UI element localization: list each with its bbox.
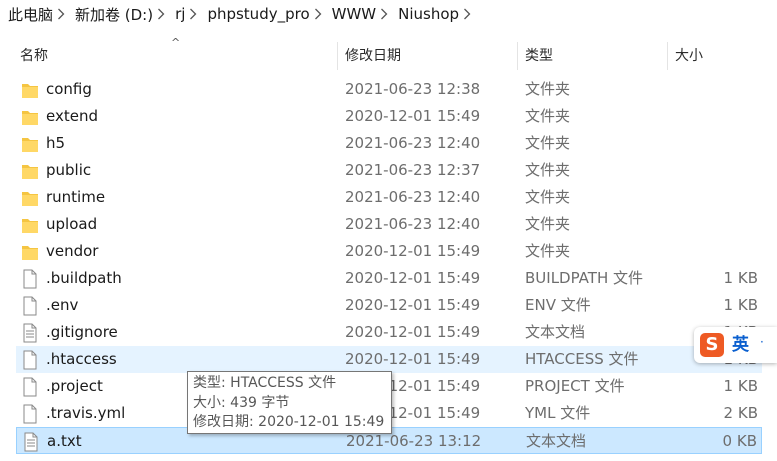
file-type: HTACCESS 文件 [525, 350, 639, 368]
sogou-logo-icon: S [700, 333, 724, 357]
file-name: runtime [46, 188, 106, 206]
file-size: 1 KB [723, 269, 758, 287]
folder-icon [21, 80, 39, 100]
modified-date: 2020-12-01 15:49 [345, 296, 481, 314]
file-row[interactable]: .gitignore2020-12-01 15:49文本文档1 KB [16, 319, 762, 346]
file-name: vendor [46, 242, 99, 260]
file-name: .buildpath [46, 269, 122, 287]
column-header: 名称 修改日期 类型 大小 [0, 38, 777, 72]
file-type: PROJECT 文件 [525, 377, 625, 395]
file-icon [21, 377, 39, 397]
file-size: 0 KB [722, 432, 757, 450]
file-name: upload [46, 215, 98, 233]
breadcrumb-item[interactable]: phpstudy_pro [203, 5, 313, 23]
modified-date: 2020-12-01 15:49 [345, 107, 481, 125]
text-file-icon [21, 323, 39, 343]
file-name: config [46, 80, 92, 98]
folder-row[interactable]: public 2021-06-23 12:37 文件夹 [16, 157, 762, 184]
address-bar[interactable]: 此电脑 新加卷 (D:) rj phpstudy_pro WWW Niushop [0, 0, 777, 28]
file-type: 文本文档 [526, 432, 587, 450]
folder-icon [21, 215, 39, 235]
tooltip-modified: 修改日期: 2020-12-01 15:49 [193, 414, 385, 430]
modified-date: 2021-06-23 12:40 [345, 215, 481, 233]
file-name: .htaccess [46, 350, 117, 368]
ime-dot: · [760, 335, 764, 349]
modified-date: 2020-12-01 15:49 [345, 350, 481, 368]
chevron-right-icon[interactable] [314, 8, 328, 20]
file-row[interactable]: .env 2020-12-01 15:49 ENV 文件 1 KB [16, 292, 762, 319]
breadcrumb-item[interactable]: 此电脑 [4, 4, 57, 25]
folder-icon [21, 188, 39, 208]
file-type: ENV 文件 [525, 296, 591, 314]
folder-icon [21, 107, 39, 127]
chevron-right-icon[interactable] [463, 8, 477, 20]
folder-icon [21, 161, 39, 181]
file-name: public [46, 161, 92, 179]
file-type: 文件夹 [525, 134, 571, 152]
column-size-header[interactable]: 大小 [675, 38, 703, 72]
chevron-right-icon[interactable] [380, 8, 394, 20]
folder-row[interactable]: h5 2021-06-23 12:40 文件夹 [16, 130, 762, 157]
file-row[interactable]: .htaccess2020-12-01 15:49HTACCESS 文件1 KB [16, 346, 762, 373]
file-size: 1 KB [723, 296, 758, 314]
modified-date: 2021-06-23 12:40 [345, 134, 481, 152]
file-icon [21, 269, 39, 289]
file-size: 1 KB [723, 377, 758, 395]
column-date-header[interactable]: 修改日期 [345, 38, 401, 72]
modified-date: 2020-12-01 15:49 [345, 269, 481, 287]
file-type: 文件夹 [525, 188, 571, 206]
breadcrumb-item[interactable]: 新加卷 (D:) [71, 4, 157, 25]
tooltip-size: 大小: 439 字节 [193, 394, 290, 411]
file-type: 文件夹 [525, 215, 571, 233]
ime-mode-label[interactable]: 英 [732, 333, 749, 357]
folder-row[interactable]: config 2021-06-23 12:38 文件夹 [16, 76, 762, 103]
folder-icon [21, 134, 39, 154]
text-file-icon [22, 432, 40, 452]
chevron-right-icon[interactable] [57, 8, 71, 20]
modified-date: 2021-06-23 12:40 [345, 188, 481, 206]
chevron-right-icon[interactable] [157, 8, 171, 20]
file-row[interactable]: .buildpath 2020-12-01 15:49 BUILDPATH 文件 1 … [16, 265, 762, 292]
column-type-header[interactable]: 类型 [525, 38, 553, 72]
modified-date: 2020-12-01 15:49 [345, 323, 481, 341]
file-name: .env [46, 296, 79, 314]
file-name: .project [46, 377, 103, 395]
file-type: YML 文件 [525, 404, 591, 422]
breadcrumb-item[interactable]: rj [171, 5, 189, 23]
file-name: .travis.yml [46, 404, 126, 422]
file-name: .gitignore [46, 323, 118, 341]
file-type: 文件夹 [525, 80, 571, 98]
file-icon [21, 296, 39, 316]
breadcrumb-item[interactable]: Niushop [394, 5, 463, 23]
file-type: 文本文档 [525, 323, 586, 341]
sort-ascending-icon: ^ [171, 36, 181, 49]
file-type: BUILDPATH 文件 [525, 269, 643, 287]
file-type: 文件夹 [525, 107, 571, 125]
column-name-header[interactable]: 名称 [20, 38, 48, 72]
file-name: extend [46, 107, 98, 125]
file-size: 2 KB [723, 404, 758, 422]
folder-row[interactable]: extend 2020-12-01 15:49 文件夹 [16, 103, 762, 130]
folder-icon [21, 242, 39, 262]
folder-row[interactable]: runtime 2021-06-23 12:40 文件夹 [16, 184, 762, 211]
file-icon [21, 350, 39, 370]
file-type: 文件夹 [525, 242, 571, 260]
tooltip-type: 类型: HTACCESS 文件 [193, 375, 337, 391]
breadcrumb-item[interactable]: WWW [328, 5, 381, 23]
modified-date: 2020-12-01 15:49 [345, 242, 481, 260]
file-type: 文件夹 [525, 161, 571, 179]
ime-toolbar[interactable]: S 英 · [694, 327, 777, 363]
file-name: h5 [46, 134, 66, 152]
modified-date: 2021-06-23 12:38 [345, 80, 481, 98]
folder-row[interactable]: upload 2021-06-23 12:40 文件夹 [16, 211, 762, 238]
folder-row[interactable]: vendor 2020-12-01 15:49 文件夹 [16, 238, 762, 265]
modified-date: 2021-06-23 12:37 [345, 161, 481, 179]
file-info-tooltip: 类型: HTACCESS 文件 大小: 439 字节 修改日期: 2020-12… [187, 371, 392, 434]
file-name: a.txt [47, 432, 82, 450]
file-icon [21, 404, 39, 424]
breadcrumb: 此电脑 新加卷 (D:) rj phpstudy_pro WWW Niushop [0, 4, 477, 25]
chevron-right-icon[interactable] [189, 8, 203, 20]
